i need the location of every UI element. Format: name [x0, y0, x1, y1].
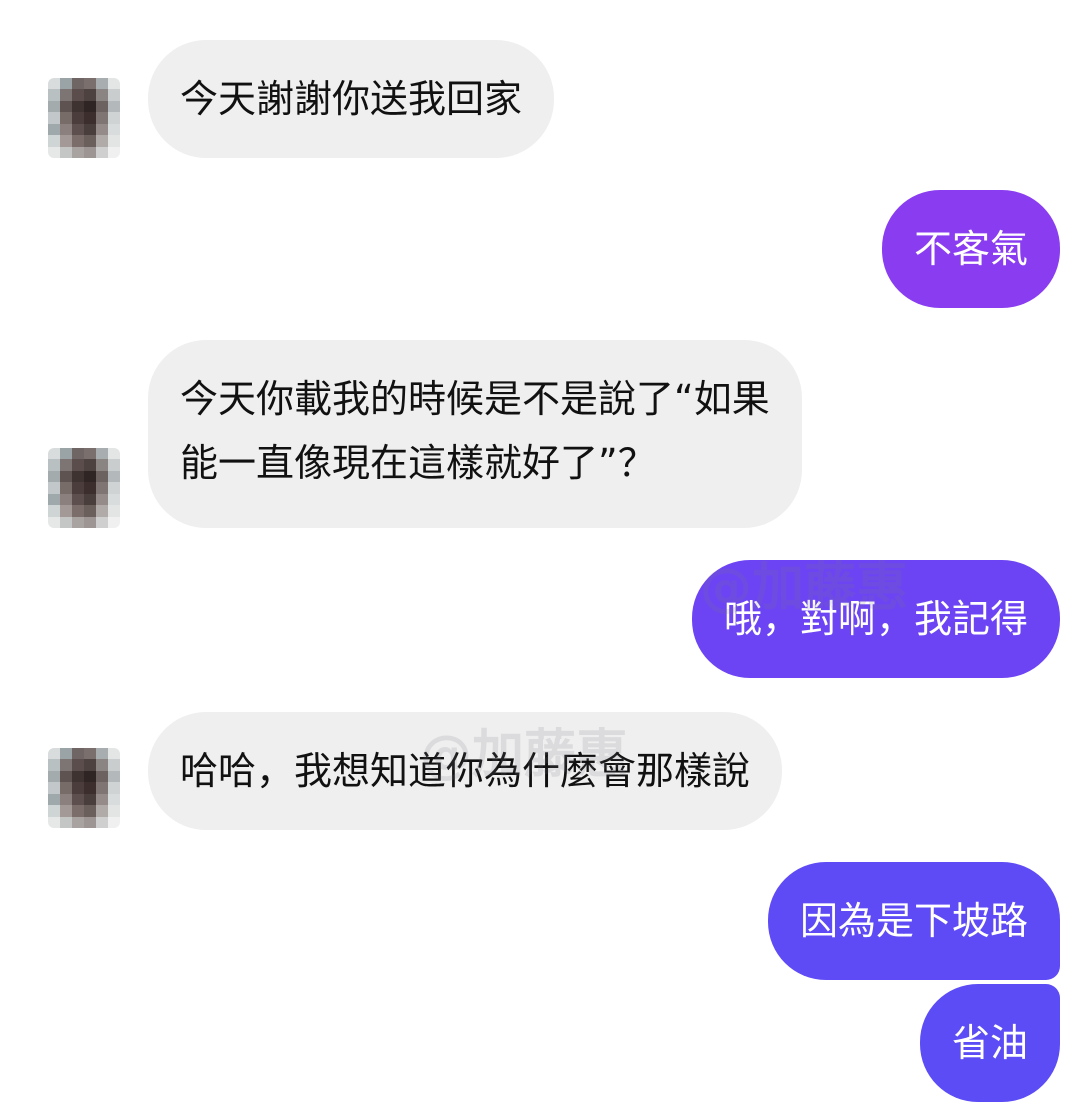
message-bubble-outgoing: 不客氣: [881, 190, 1060, 308]
message-text: 不客氣: [913, 227, 1028, 271]
message-bubble-outgoing: 省油: [919, 984, 1060, 1102]
message-bubble-incoming: 今天你載我的時候是不是說了“如果 能一直像現在這樣就好了”？: [148, 340, 802, 528]
message-bubble-outgoing: 哦，對啊，我記得: [691, 560, 1060, 678]
message-text-line: 今天你載我的時候是不是說了“如果: [180, 377, 770, 421]
contact-avatar[interactable]: [48, 448, 120, 528]
contact-avatar[interactable]: [48, 78, 120, 158]
message-bubble-incoming: 哈哈，我想知道你為什麼會那樣說: [148, 712, 783, 830]
chat-thread: 今天謝謝你送我回家 不客氣 今天你載我的時候是不是說了“如果 能一直像現在這樣就…: [0, 0, 1080, 1118]
message-text: 省油: [951, 1021, 1028, 1065]
contact-avatar[interactable]: [48, 748, 120, 828]
message-bubble-outgoing: 因為是下坡路: [767, 862, 1060, 980]
message-text-line: 能一直像現在這樣就好了”？: [180, 441, 656, 485]
message-text: 哈哈，我想知道你為什麼會那樣說: [180, 749, 751, 793]
message-bubble-incoming: 今天謝謝你送我回家: [148, 40, 555, 158]
message-text: 今天謝謝你送我回家: [180, 77, 523, 121]
message-text: 哦，對啊，我記得: [723, 597, 1028, 641]
message-text: 因為是下坡路: [799, 899, 1028, 943]
